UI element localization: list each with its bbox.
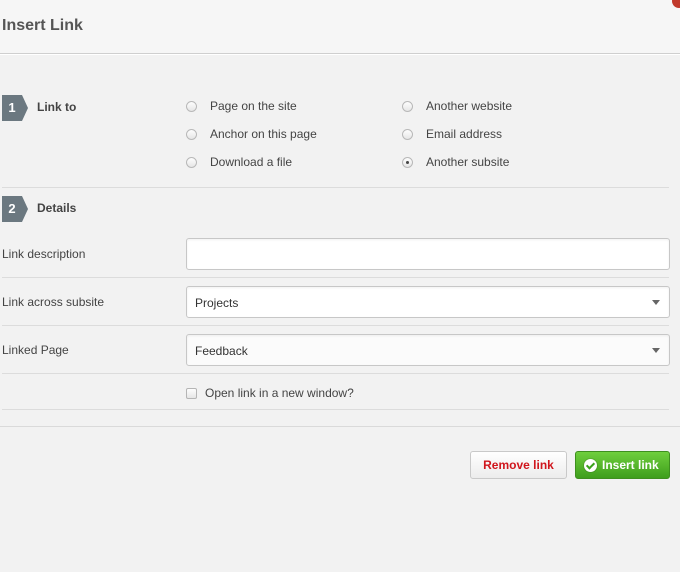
row-divider	[2, 373, 669, 374]
insert-link-label: Insert link	[602, 458, 659, 472]
radio-indicator[interactable]	[402, 100, 413, 112]
row-divider	[2, 325, 669, 326]
radio-anchor-on-page[interactable]: Anchor on this page	[186, 127, 317, 141]
footer-divider	[0, 426, 680, 427]
link-description-input[interactable]	[186, 238, 670, 270]
radio-label: Another subsite	[426, 155, 510, 169]
linked-page-select-value: Feedback	[195, 344, 248, 358]
step-2-badge: 2	[2, 196, 28, 222]
checkbox-indicator[interactable]	[186, 387, 197, 399]
section-divider	[2, 187, 669, 188]
step-1-label: Link to	[37, 100, 77, 114]
new-window-checkbox[interactable]: Open link in a new window?	[186, 386, 354, 400]
step-2-label: Details	[37, 201, 77, 215]
chevron-down-icon[interactable]	[652, 348, 660, 353]
step-1-number: 1	[8, 100, 16, 115]
radio-label: Another website	[426, 99, 513, 113]
linked-page-label: Linked Page	[2, 343, 69, 357]
radio-indicator[interactable]	[186, 156, 197, 168]
radio-label: Page on the site	[210, 99, 297, 113]
chevron-down-icon[interactable]	[652, 300, 660, 305]
radio-another-website[interactable]: Another website	[402, 99, 512, 113]
radio-indicator[interactable]	[402, 128, 413, 140]
radio-another-subsite[interactable]: Another subsite	[402, 155, 509, 169]
row-divider	[2, 409, 669, 410]
linked-page-select[interactable]: Feedback	[186, 334, 670, 366]
radio-indicator-selected[interactable]	[402, 156, 413, 168]
radio-page-on-site[interactable]: Page on the site	[186, 99, 297, 113]
close-icon[interactable]	[672, 0, 680, 8]
new-window-label: Open link in a new window?	[205, 386, 354, 400]
radio-label: Anchor on this page	[210, 127, 317, 141]
radio-email-address[interactable]: Email address	[402, 127, 502, 141]
checkmark-icon	[584, 458, 597, 472]
step-2-number: 2	[8, 201, 16, 216]
radio-label: Download a file	[210, 155, 293, 169]
dialog-header: Insert Link	[0, 0, 680, 54]
link-description-label: Link description	[2, 247, 86, 261]
radio-indicator[interactable]	[186, 128, 197, 140]
remove-link-button[interactable]: Remove link	[470, 451, 567, 479]
radio-label: Email address	[426, 127, 503, 141]
subsite-select-value: Projects	[195, 296, 239, 310]
insert-link-button[interactable]: Insert link	[575, 451, 670, 479]
subsite-select[interactable]: Projects	[186, 286, 670, 318]
dialog-title: Insert Link	[2, 17, 83, 34]
step-1-badge: 1	[2, 95, 28, 121]
radio-indicator[interactable]	[186, 100, 197, 112]
radio-download-file[interactable]: Download a file	[186, 155, 292, 169]
row-divider	[2, 277, 669, 278]
link-across-subsite-label: Link across subsite	[2, 295, 105, 309]
